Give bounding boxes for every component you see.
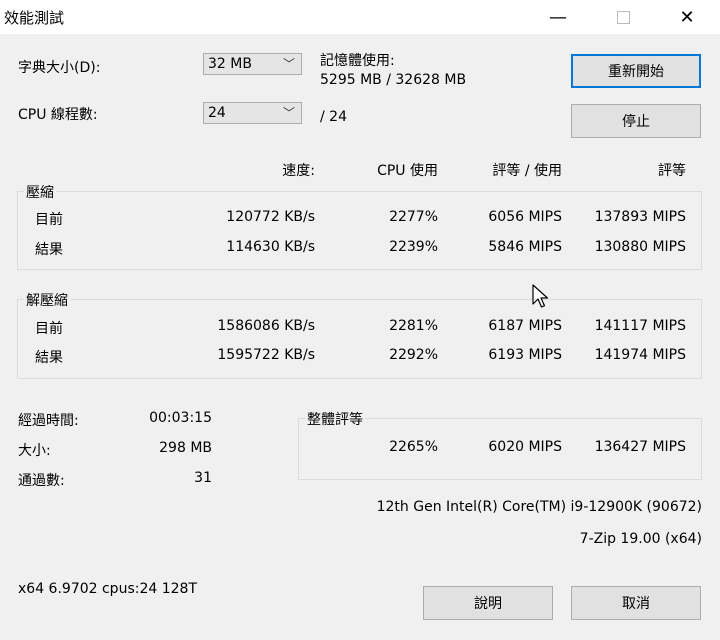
decompress-result-speed: 1595722 KB/s bbox=[217, 347, 315, 363]
total-rating-usage: 6020 MIPS bbox=[488, 439, 562, 455]
elapsed-time-label: 經過時間: bbox=[18, 413, 79, 429]
column-header-speed: 速度: bbox=[282, 163, 315, 179]
cancel-button-label: 取消 bbox=[622, 596, 650, 612]
compress-current-rating: 137893 MIPS bbox=[594, 209, 686, 225]
help-button-label: 說明 bbox=[474, 596, 502, 612]
decompress-result-rating-usage: 6193 MIPS bbox=[488, 347, 562, 363]
maximize-icon bbox=[616, 10, 630, 24]
total-rating-title: 整體評等 bbox=[305, 409, 365, 429]
dict-size-value: 32 MB bbox=[208, 56, 252, 72]
decompress-group: 解壓縮 bbox=[17, 290, 702, 379]
size-label: 大小: bbox=[18, 443, 51, 459]
passes-value: 31 bbox=[194, 470, 212, 486]
cancel-button[interactable]: 取消 bbox=[571, 586, 701, 620]
size-value: 298 MB bbox=[159, 440, 212, 456]
cpu-threads-select[interactable]: 24 ﹀ bbox=[203, 102, 302, 124]
maximize-button[interactable] bbox=[600, 0, 646, 34]
total-rating: 136427 MIPS bbox=[594, 439, 686, 455]
stop-button-label: 停止 bbox=[622, 114, 650, 130]
compress-group-title: 壓縮 bbox=[24, 182, 56, 202]
compress-group: 壓縮 bbox=[17, 182, 702, 270]
column-header-cpu-usage: CPU 使用 bbox=[377, 163, 438, 179]
decompress-current-rating-usage: 6187 MIPS bbox=[488, 318, 562, 334]
decompress-current-rating: 141117 MIPS bbox=[594, 318, 686, 334]
compress-result-cpu: 2239% bbox=[389, 239, 438, 255]
minimize-button[interactable]: — bbox=[535, 0, 581, 34]
restart-button[interactable]: 重新開始 bbox=[571, 54, 701, 88]
memory-usage-label: 記憶體使用: bbox=[320, 53, 395, 69]
decompress-current-speed: 1586086 KB/s bbox=[217, 318, 315, 334]
compress-result-rating: 130880 MIPS bbox=[594, 239, 686, 255]
decompress-result-cpu: 2292% bbox=[389, 347, 438, 363]
compress-result-speed: 114630 KB/s bbox=[226, 239, 315, 255]
mouse-cursor-icon bbox=[532, 284, 549, 308]
close-icon: ✕ bbox=[679, 6, 695, 28]
cpu-threads-total: / 24 bbox=[320, 109, 347, 125]
minimize-icon: — bbox=[549, 6, 567, 28]
chevron-down-icon: ﹀ bbox=[282, 57, 295, 71]
close-button[interactable]: ✕ bbox=[664, 0, 710, 34]
decompress-result-label: 結果 bbox=[35, 350, 63, 366]
total-cpu: 2265% bbox=[389, 439, 438, 455]
stop-button[interactable]: 停止 bbox=[571, 104, 701, 138]
dict-size-select[interactable]: 32 MB ﹀ bbox=[203, 53, 302, 75]
restart-button-label: 重新開始 bbox=[608, 64, 664, 80]
compress-result-label: 結果 bbox=[35, 242, 63, 258]
decompress-current-cpu: 2281% bbox=[389, 318, 438, 334]
compress-current-speed: 120772 KB/s bbox=[226, 209, 315, 225]
build-info: x64 6.9702 cpus:24 128T bbox=[18, 581, 197, 597]
window-title: 效能測試 bbox=[4, 9, 65, 27]
column-header-rating-usage: 評等 / 使用 bbox=[492, 163, 562, 179]
cpu-threads-value: 24 bbox=[208, 105, 226, 121]
passes-label: 通過數: bbox=[18, 473, 65, 489]
elapsed-time-value: 00:03:15 bbox=[149, 410, 212, 426]
dict-size-label: 字典大小(D): bbox=[18, 60, 101, 76]
cpu-threads-label: CPU 線程數: bbox=[18, 107, 98, 123]
column-header-rating: 評等 bbox=[658, 163, 686, 179]
cpu-name: 12th Gen Intel(R) Core(TM) i9-12900K (90… bbox=[376, 499, 702, 515]
title-bar: 效能測試 — ✕ bbox=[0, 0, 720, 34]
help-button[interactable]: 說明 bbox=[423, 586, 553, 620]
compress-current-cpu: 2277% bbox=[389, 209, 438, 225]
decompress-group-title: 解壓縮 bbox=[24, 290, 70, 310]
decompress-result-rating: 141974 MIPS bbox=[594, 347, 686, 363]
compress-result-rating-usage: 5846 MIPS bbox=[488, 239, 562, 255]
app-version: 7-Zip 19.00 (x64) bbox=[579, 531, 702, 547]
memory-usage-value: 5295 MB / 32628 MB bbox=[320, 72, 467, 88]
compress-current-rating-usage: 6056 MIPS bbox=[488, 209, 562, 225]
decompress-current-label: 目前 bbox=[35, 321, 63, 337]
chevron-down-icon: ﹀ bbox=[282, 106, 295, 120]
compress-current-label: 目前 bbox=[35, 212, 63, 228]
